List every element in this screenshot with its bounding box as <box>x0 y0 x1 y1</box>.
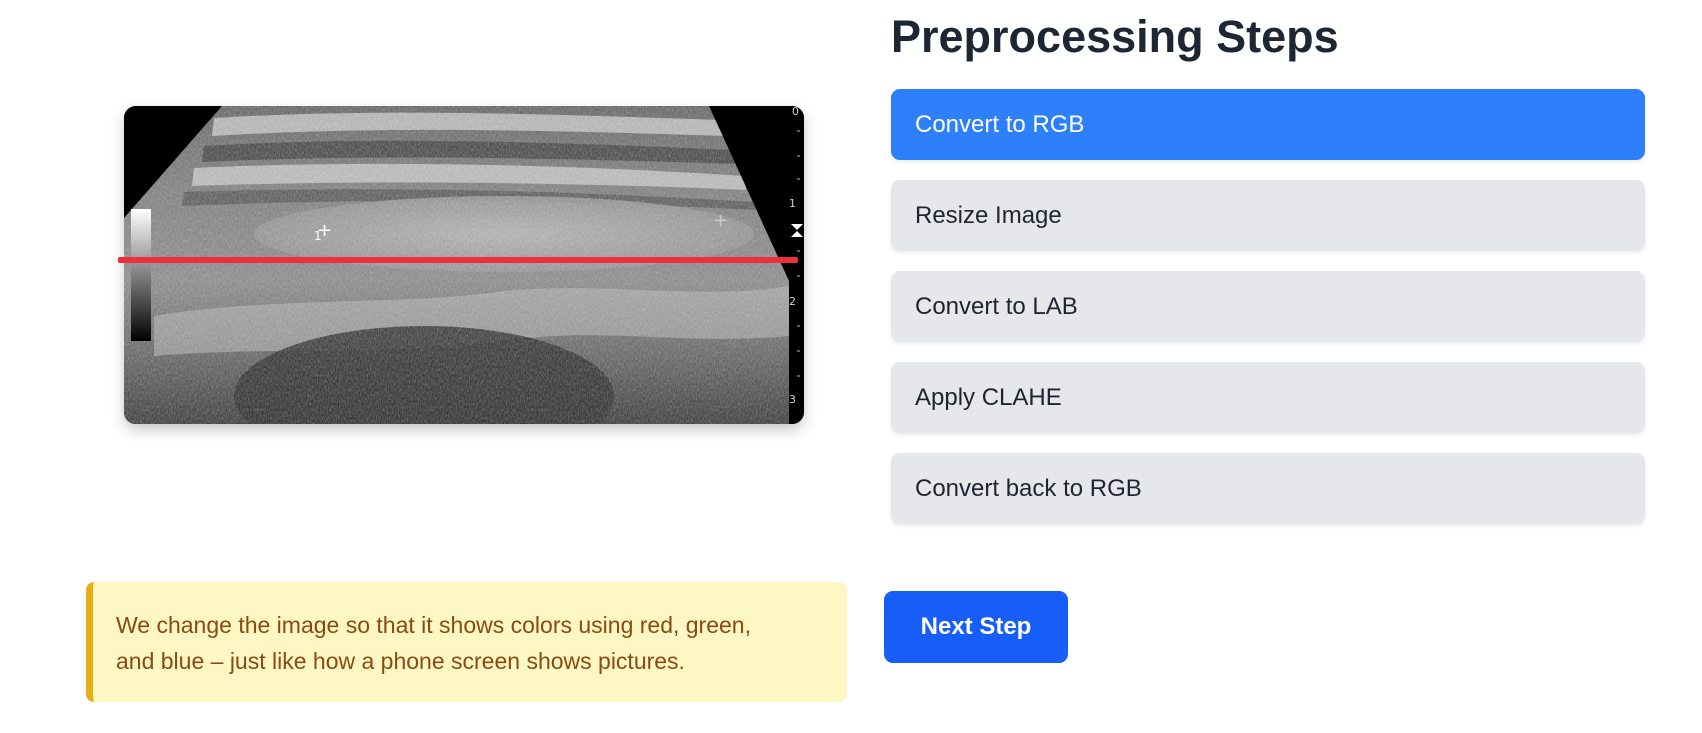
step-apply-clahe[interactable]: Apply CLAHE <box>891 362 1645 433</box>
scan-line <box>118 257 798 263</box>
ultrasound-scan-graphic: 0 1 2 3 1 + + <box>124 106 804 424</box>
measurement-marker-cross-2: + <box>713 210 728 231</box>
depth-label-3: 3 <box>789 393 796 406</box>
measurement-marker-cross-1: + <box>317 220 332 241</box>
step-convert-to-rgb[interactable]: Convert to RGB <box>891 89 1645 160</box>
step-list: Convert to RGB Resize Image Convert to L… <box>891 89 1645 544</box>
step-convert-to-lab[interactable]: Convert to LAB <box>891 271 1645 342</box>
next-step-button[interactable]: Next Step <box>884 591 1068 663</box>
step-explanation-text: We change the image so that it shows col… <box>116 612 751 674</box>
step-convert-back-to-rgb[interactable]: Convert back to RGB <box>891 453 1645 524</box>
page: 0 1 2 3 1 + + Preprocessing Steps Conver… <box>0 0 1702 733</box>
depth-label-2: 2 <box>789 295 796 308</box>
ultrasound-image: 0 1 2 3 1 + + <box>124 106 804 424</box>
step-explanation-note: We change the image so that it shows col… <box>86 582 847 702</box>
depth-label-1: 1 <box>789 197 796 210</box>
depth-label-0: 0 <box>792 106 799 118</box>
step-resize-image[interactable]: Resize Image <box>891 180 1645 251</box>
steps-title: Preprocessing Steps <box>891 11 1339 62</box>
